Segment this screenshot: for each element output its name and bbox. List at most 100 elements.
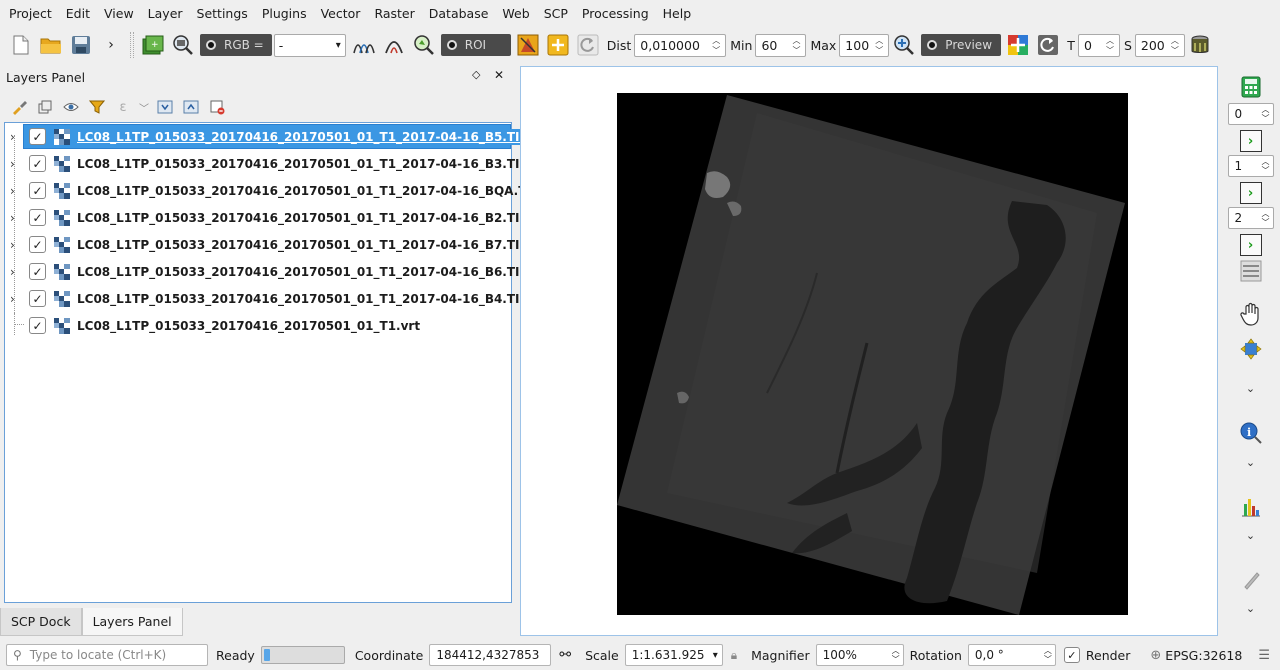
spin-arrows-icon[interactable]: ︿ ﹀ <box>792 36 802 55</box>
layer-row[interactable]: › ✓ LC08_L1TP_015033_20170416_20170501_0… <box>5 286 528 311</box>
map-canvas[interactable] <box>520 66 1218 636</box>
float-panel-icon[interactable]: ◇ <box>472 68 480 81</box>
run-arrow-icon[interactable]: › <box>1239 234 1262 256</box>
roi-toggle[interactable]: ROI <box>440 34 511 56</box>
layer-visibility-checkbox[interactable]: ✓ <box>29 263 46 280</box>
preview-toggle[interactable]: Preview <box>921 34 1002 56</box>
scale-combo[interactable]: 1:1.631.925 ▾ <box>624 644 723 666</box>
layer-row[interactable]: › ✓ LC08_L1TP_015033_20170416_20170501_0… <box>5 178 539 203</box>
open-project-icon[interactable] <box>37 31 65 59</box>
coordinate-field[interactable]: 184412,4327853 <box>429 644 552 666</box>
layer-tree[interactable]: › ✓ LC08_L1TP_015033_20170416_20170501_0… <box>4 122 539 603</box>
zoom-to-raster-icon[interactable] <box>169 31 197 59</box>
remove-temp-files-icon[interactable] <box>1186 31 1214 59</box>
toggle-extents-icon[interactable]: ⚯ <box>559 647 571 663</box>
band-spinbox-1[interactable]: 1 ︿ ﹀ <box>1227 155 1274 177</box>
edit-raster-icon[interactable] <box>1221 569 1280 591</box>
layer-row[interactable]: › ✓ LC08_L1TP_015033_20170416_20170501_0… <box>5 232 528 257</box>
layer-visibility-checkbox[interactable]: ✓ <box>29 209 46 226</box>
expand-arrow-icon[interactable]: › <box>10 292 20 306</box>
layer-visibility-checkbox[interactable]: ✓ <box>29 236 46 253</box>
layer-visibility-checkbox[interactable]: ✓ <box>29 155 46 172</box>
menu-project[interactable]: Project <box>2 0 59 27</box>
band-spinbox-0[interactable]: 0 ︿ ﹀ <box>1227 103 1274 125</box>
visibility-eye-icon[interactable] <box>60 96 82 118</box>
rotation-spinbox[interactable]: 0,0 ° ︿ ﹀ <box>967 644 1056 666</box>
zoom-full-icon[interactable] <box>1221 338 1280 360</box>
new-project-icon[interactable] <box>7 31 35 59</box>
style-manager-icon[interactable] <box>8 96 30 118</box>
save-project-icon[interactable] <box>67 31 95 59</box>
spin-arrows-icon[interactable]: ︿ ﹀ <box>875 36 885 55</box>
menu-database[interactable]: Database <box>422 0 496 27</box>
band-spinbox-2[interactable]: 2 ︿ ﹀ <box>1227 207 1274 229</box>
expand-arrow-icon[interactable]: › <box>10 265 20 279</box>
chevron-down-icon[interactable]: ⌄ <box>1221 602 1280 615</box>
spin-arrows-icon[interactable]: ︿ ﹀ <box>1262 209 1270 227</box>
layer-visibility-checkbox[interactable]: ✓ <box>29 128 46 145</box>
spectral-plot-icon[interactable] <box>1221 496 1280 518</box>
tab-layers-panel[interactable]: Layers Panel <box>81 608 183 636</box>
menu-vector[interactable]: Vector <box>314 0 368 27</box>
menu-edit[interactable]: Edit <box>59 0 97 27</box>
expand-arrow-icon[interactable]: › <box>10 238 20 252</box>
spectral-signature-icon[interactable] <box>380 31 408 59</box>
spin-arrows-icon[interactable]: ︿ ﹀ <box>1171 36 1181 55</box>
band-combination-icon[interactable] <box>1221 260 1280 282</box>
spin-arrows-icon[interactable]: ︿ ﹀ <box>892 646 900 664</box>
tab-scp-dock[interactable]: SCP Dock <box>0 608 82 636</box>
spin-arrows-icon[interactable]: ︿ ﹀ <box>1262 157 1270 175</box>
magnifier-spinbox[interactable]: 100% ︿ ﹀ <box>815 644 904 666</box>
menu-web[interactable]: Web <box>495 0 536 27</box>
expand-arrow-icon[interactable]: › <box>10 211 20 225</box>
t-spinbox[interactable]: 0 ︿ ﹀ <box>1077 33 1120 57</box>
spin-arrows-icon[interactable]: ︿ ﹀ <box>712 36 722 55</box>
layer-row[interactable]: › ✓ LC08_L1TP_015033_20170416_20170501_0… <box>5 124 530 149</box>
remove-layer-icon[interactable] <box>206 96 228 118</box>
expand-arrow-icon[interactable]: › <box>10 130 20 144</box>
layer-visibility-checkbox[interactable]: ✓ <box>29 290 46 307</box>
crs-label[interactable]: EPSG:32618 <box>1165 648 1242 663</box>
dist-spinbox[interactable]: 0,010000 ︿ ﹀ <box>634 33 727 57</box>
chevron-down-icon[interactable]: ⌄ <box>1221 456 1280 469</box>
layer-row[interactable]: › ✓ LC08_L1TP_015033_20170416_20170501_0… <box>5 205 528 230</box>
spin-arrows-icon[interactable]: ︿ ﹀ <box>1262 105 1270 123</box>
roi-redo-icon[interactable] <box>574 31 602 59</box>
zoom-to-preview-icon[interactable] <box>890 31 918 59</box>
layer-row[interactable]: › ✓ LC08_L1TP_015033_20170416_20170501_0… <box>5 259 528 284</box>
expand-arrow-icon[interactable]: › <box>10 184 20 198</box>
filter-expression-icon[interactable]: ε <box>112 96 134 118</box>
zoom-to-roi-icon[interactable] <box>410 31 438 59</box>
redo-preview-icon[interactable] <box>1034 31 1062 59</box>
filter-icon[interactable] <box>86 96 108 118</box>
rgb-toggle[interactable]: RGB = <box>200 34 272 56</box>
locate-search-box[interactable]: ⚲ Type to locate (Ctrl+K) <box>6 644 208 666</box>
add-group-icon[interactable] <box>34 96 56 118</box>
layer-visibility-checkbox[interactable]: ✓ <box>29 317 46 334</box>
run-arrow-icon[interactable]: › <box>1239 130 1262 152</box>
pan-hand-icon[interactable] <box>1221 302 1280 326</box>
chevron-down-icon[interactable]: ⌄ <box>1221 529 1280 542</box>
layer-row[interactable]: ✓ LC08_L1TP_015033_20170416_20170501_01_… <box>5 313 511 338</box>
roi-draw-icon[interactable] <box>514 31 542 59</box>
expand-arrow-icon[interactable]: › <box>10 157 20 171</box>
scp-add-raster-icon[interactable]: + <box>139 31 167 59</box>
s-spinbox[interactable]: 200 ︿ ﹀ <box>1134 33 1185 57</box>
layer-row[interactable]: › ✓ LC08_L1TP_015033_20170416_20170501_0… <box>5 151 528 176</box>
menu-layer[interactable]: Layer <box>141 0 190 27</box>
menu-scp[interactable]: SCP <box>537 0 575 27</box>
menu-processing[interactable]: Processing <box>575 0 656 27</box>
min-spinbox[interactable]: 60 ︿ ﹀ <box>755 33 807 57</box>
layer-visibility-checkbox[interactable]: ✓ <box>29 182 46 199</box>
more-tools-chevron-icon[interactable]: › <box>97 31 125 59</box>
close-icon[interactable]: ✕ <box>494 68 504 82</box>
menu-raster[interactable]: Raster <box>367 0 421 27</box>
messages-icon[interactable]: ☰ <box>1258 648 1270 663</box>
lock-icon[interactable]: 🔒︎ <box>731 648 737 663</box>
max-spinbox[interactable]: 100 ︿ ﹀ <box>839 33 890 57</box>
menu-help[interactable]: Help <box>656 0 699 27</box>
crs-globe-icon[interactable]: ⊕ <box>1150 648 1161 663</box>
menu-settings[interactable]: Settings <box>190 0 255 27</box>
menu-plugins[interactable]: Plugins <box>255 0 314 27</box>
render-checkbox[interactable]: ✓ <box>1063 647 1080 663</box>
